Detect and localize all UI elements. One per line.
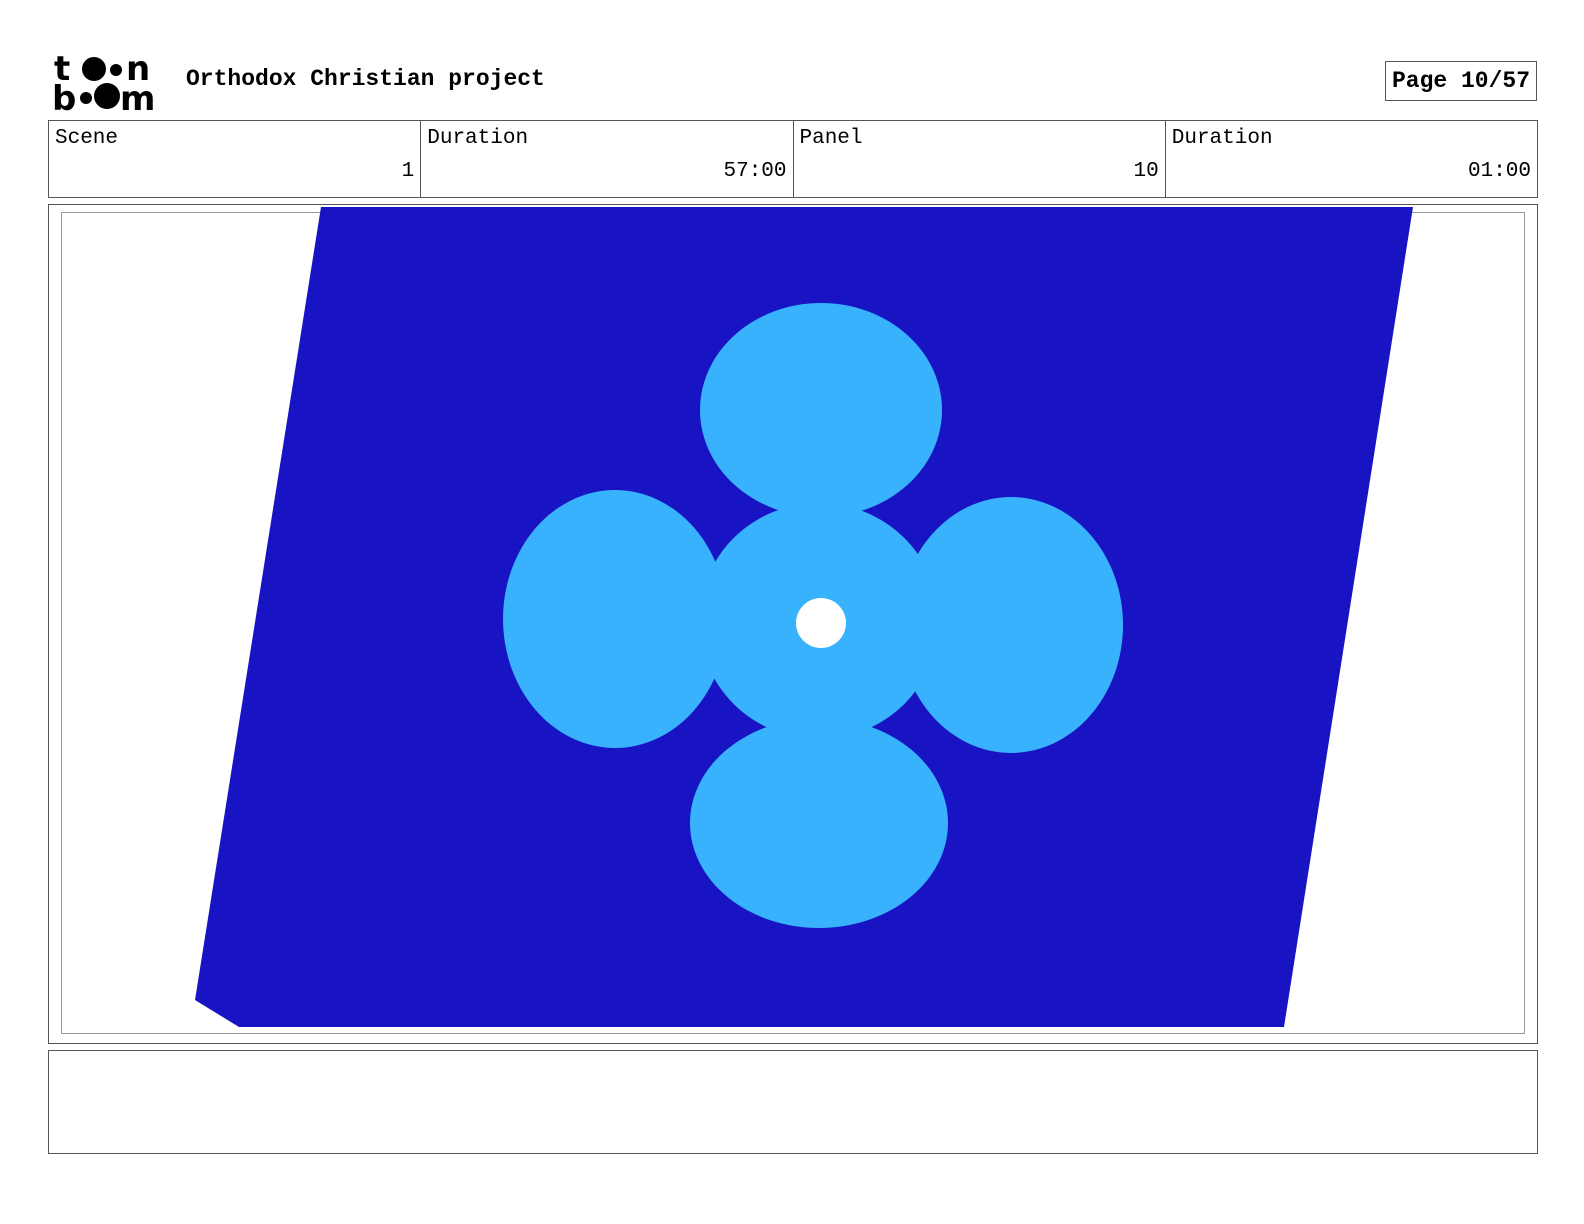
panel-cell: Panel 10 — [794, 121, 1166, 197]
quatrefoil-lobe-top — [700, 303, 942, 517]
panel-duration-value: 01:00 — [1467, 160, 1531, 183]
quatrefoil-lobe-left — [503, 490, 727, 748]
panel-artwork — [195, 207, 1413, 1027]
panel-duration-cell: Duration 01:00 — [1166, 121, 1537, 197]
panel-label: Panel — [799, 127, 863, 150]
scene-value: 1 — [401, 160, 415, 183]
logo-letter-m: m — [120, 79, 155, 112]
panel-duration-label: Duration — [1171, 127, 1273, 150]
scene-duration-cell: Duration 57:00 — [421, 121, 794, 197]
logo-dot-large-bottom — [94, 83, 120, 109]
center-white-dot — [796, 598, 846, 648]
scene-cell: Scene 1 — [49, 121, 422, 197]
page-indicator: Page 10/57 — [1385, 61, 1537, 101]
panel-info-table: Scene 1 Duration 57:00 Panel 10 Duration… — [48, 120, 1538, 198]
caption-box — [48, 1050, 1538, 1154]
scene-duration-value: 57:00 — [723, 160, 787, 183]
project-title: Orthodox Christian project — [186, 66, 545, 92]
quatrefoil-lobe-bottom — [690, 718, 948, 928]
panel-value: 10 — [1133, 160, 1159, 183]
toon-boom-logo: t n b m — [52, 52, 155, 112]
logo-dot-large-top — [82, 57, 106, 81]
storyboard-panel — [48, 204, 1538, 1044]
scene-duration-label: Duration — [427, 127, 529, 150]
logo-dot-small-bottom — [80, 92, 92, 104]
logo-dot-small-top — [110, 64, 122, 76]
scene-label: Scene — [55, 127, 119, 150]
logo-letter-b: b — [52, 79, 76, 112]
